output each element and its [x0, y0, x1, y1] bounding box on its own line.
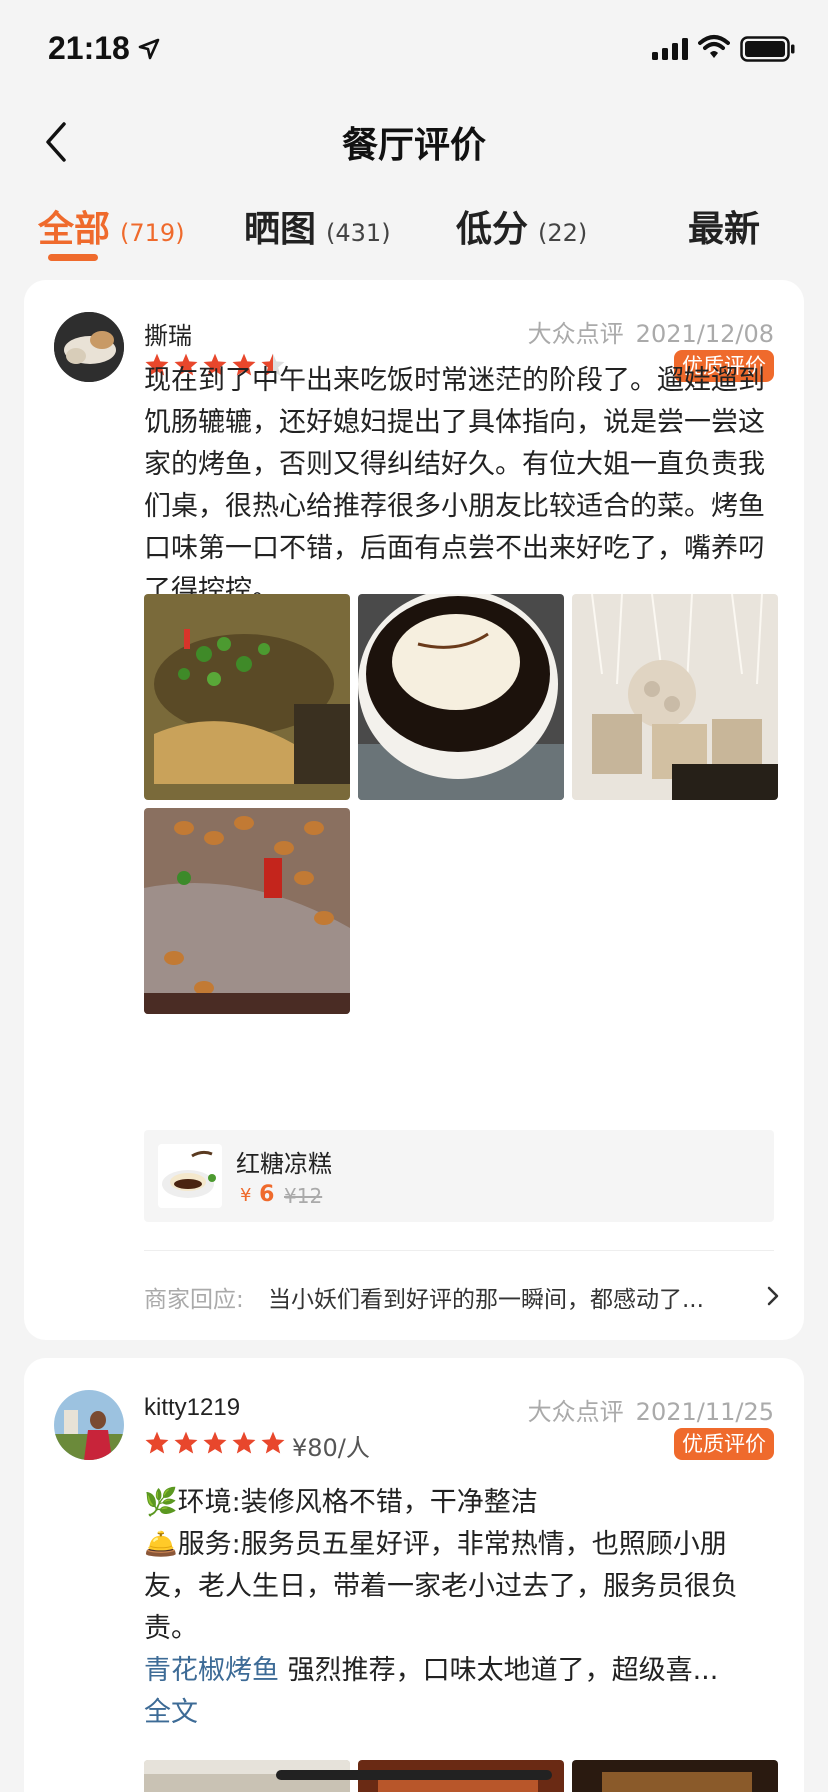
- home-indicator[interactable]: [276, 1770, 552, 1780]
- tab-all-label: 全部: [38, 209, 111, 250]
- tab-all[interactable]: 全部 (719): [38, 200, 185, 250]
- review-date: 2021/11/25: [635, 1398, 774, 1426]
- price-per-person: ¥80/人: [292, 1434, 370, 1462]
- leaf-emoji-icon: 🌿: [144, 1487, 178, 1518]
- review-card[interactable]: kitty1219 ¥80/人 大众点评 2021/11/25 优质评价 🌿环境:…: [24, 1358, 804, 1792]
- tab-latest[interactable]: 最新: [688, 200, 760, 250]
- signal-icon: [652, 38, 688, 60]
- dish-price: ¥ 6: [240, 1182, 275, 1207]
- chevron-right-icon[interactable]: [764, 1284, 782, 1308]
- bell-emoji-icon: 🛎️: [144, 1529, 178, 1560]
- dish-thumbnail: [158, 1144, 222, 1208]
- review-date: 2021/12/08: [635, 320, 774, 348]
- review-meta: 大众点评 2021/11/25: [528, 1392, 774, 1427]
- tab-latest-label: 最新: [688, 209, 761, 250]
- review-card[interactable]: 撕瑞 大众点评 2021/12/08 优质评价 现在到了中午出来吃饭时常迷茫的阶段…: [24, 280, 804, 1340]
- user-name[interactable]: 撕瑞: [144, 316, 192, 351]
- review-line-service: 🛎️服务:服务员五星好评，非常热情，也照顾小朋友，老人生日，带着一家老小过去了，…: [144, 1529, 738, 1644]
- full-text-link[interactable]: 全文: [144, 1697, 198, 1728]
- review-text[interactable]: 现在到了中午出来吃饭时常迷茫的阶段了。遛娃遛到饥肠辘辘，还好媳妇提出了具体指向，…: [144, 360, 774, 612]
- page-title: 餐厅评价: [341, 125, 486, 166]
- star-full-icon: [174, 1431, 198, 1454]
- star-full-icon: [261, 1431, 285, 1454]
- status-time: 21:18: [48, 30, 130, 66]
- review-photo[interactable]: [572, 1760, 778, 1792]
- tab-low-score[interactable]: 低分 (22): [456, 200, 587, 250]
- merchant-reply-text[interactable]: 当小妖们看到好评的那一瞬间，都感动了...: [268, 1280, 748, 1314]
- avatar[interactable]: [54, 312, 124, 382]
- merchant-reply-label: 商家回应:: [144, 1287, 244, 1313]
- review-source: 大众点评: [527, 320, 624, 348]
- review-text[interactable]: 🌿环境:装修风格不错，干净整洁 🛎️服务:服务员五星好评，非常热情，也照顾小朋友…: [144, 1482, 774, 1734]
- tab-photos-count: (431): [326, 219, 391, 247]
- review-photo[interactable]: [144, 808, 350, 1014]
- star-rating: [144, 1430, 286, 1456]
- review-line-dish: 青花椒烤鱼 强烈推荐，口味太地道了，超级喜...: [144, 1655, 719, 1686]
- dish-tag-link[interactable]: 青花椒烤鱼: [144, 1655, 279, 1686]
- battery-icon: [740, 36, 795, 62]
- active-tab-indicator: [48, 254, 98, 261]
- tab-photos-label: 晒图: [244, 209, 317, 250]
- divider: [144, 1250, 774, 1251]
- tab-all-count: (719): [120, 219, 185, 247]
- review-photo[interactable]: [144, 594, 350, 800]
- review-source: 大众点评: [527, 1398, 624, 1426]
- star-full-icon: [145, 1431, 169, 1454]
- location-arrow-icon: [138, 38, 160, 60]
- tab-low-score-label: 低分: [456, 209, 529, 250]
- review-photo[interactable]: [358, 594, 564, 800]
- recommended-dish[interactable]: 红糖凉糕 ¥ 6 ¥12: [144, 1130, 774, 1222]
- review-body: 现在到了中午出来吃饭时常迷茫的阶段了。遛娃遛到饥肠辘辘，还好媳妇提出了具体指向，…: [144, 365, 765, 606]
- status-bar: 21:18: [0, 0, 828, 100]
- avatar[interactable]: [54, 1390, 124, 1460]
- star-full-icon: [232, 1431, 256, 1454]
- dish-original-price: ¥12: [284, 1184, 323, 1208]
- tab-low-score-count: (22): [538, 219, 588, 247]
- user-name[interactable]: kitty1219: [144, 1394, 240, 1422]
- star-full-icon: [203, 1431, 227, 1454]
- dish-name: 红糖凉糕: [236, 1150, 332, 1178]
- quality-review-badge: 优质评价: [674, 1428, 774, 1460]
- review-photo[interactable]: [572, 594, 778, 800]
- wifi-icon: [698, 35, 730, 58]
- tab-photos[interactable]: 晒图 (431): [244, 200, 391, 250]
- review-meta: 大众点评 2021/12/08: [528, 314, 774, 349]
- review-line-environment: 🌿环境:装修风格不错，干净整洁: [144, 1487, 538, 1518]
